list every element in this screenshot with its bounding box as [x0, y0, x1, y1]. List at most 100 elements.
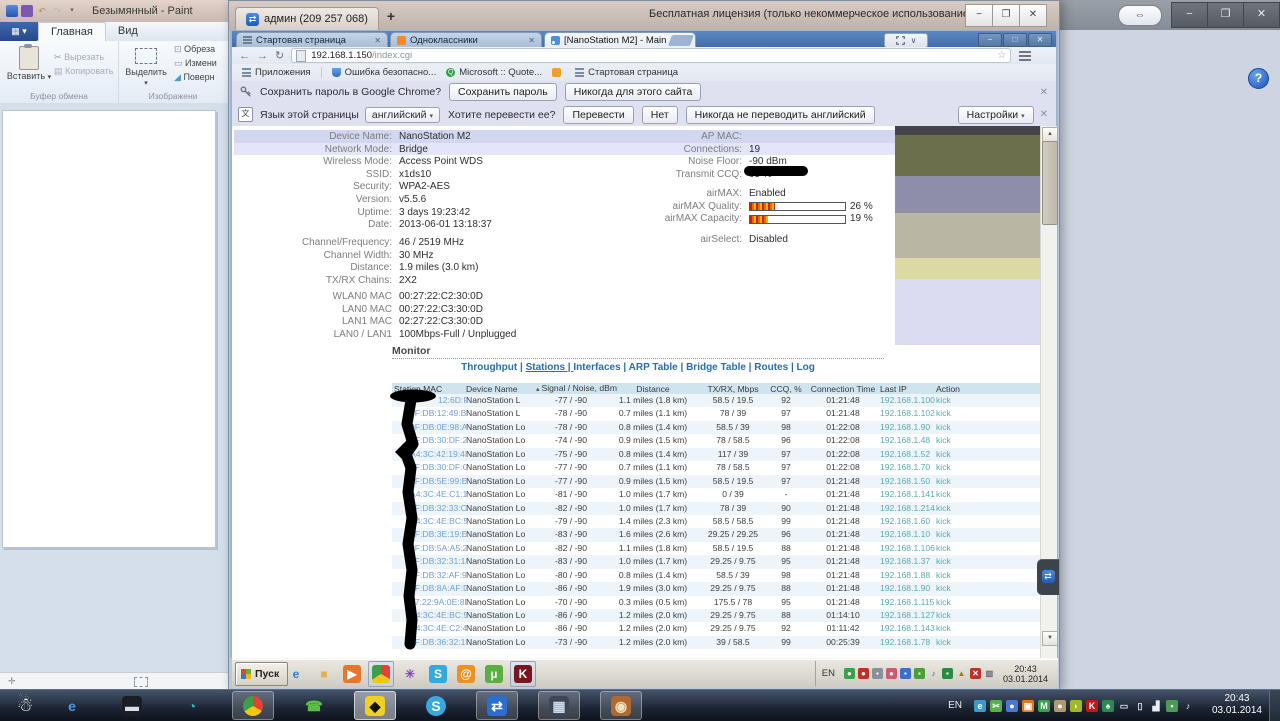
tray-icon[interactable]: M [1038, 699, 1050, 712]
mail-agent-icon[interactable]: @ [454, 662, 478, 686]
last-ip-link[interactable]: 192.168.1.106 [880, 542, 936, 555]
apps-shortcut[interactable]: Приложения [242, 67, 311, 78]
reload-icon[interactable]: ↻ [275, 49, 284, 62]
language-indicator[interactable]: EN [948, 700, 962, 711]
paint-file-menu-button[interactable]: ▦ ▾ [0, 22, 38, 41]
kick-link[interactable]: kick [936, 515, 970, 528]
kick-link[interactable]: kick [936, 407, 970, 420]
tray-icon[interactable]: ▯ [1134, 700, 1146, 712]
chrome-menu-icon[interactable] [1015, 49, 1035, 62]
tray-icon[interactable]: ● [1006, 699, 1018, 712]
station-mac-link[interactable]: 9F:DB:0E:98:A8 [392, 421, 466, 434]
clock[interactable]: 20:43 03.01.2014 [1212, 693, 1262, 717]
station-mac-link[interactable]: A4:3C:4E:BC:53 [392, 609, 466, 622]
close-icon[interactable]: ✕ [1028, 33, 1052, 47]
paint-titlebar[interactable]: ↶ ↷ ▾ Безымянный - Paint [0, 0, 228, 22]
tray-icon[interactable]: ● [1054, 699, 1066, 712]
clock[interactable]: 20:43 03.01.2014 [1003, 664, 1048, 684]
kick-link[interactable]: kick [936, 461, 970, 474]
kick-link[interactable]: kick [936, 569, 970, 582]
last-ip-link[interactable]: 192.168.1.78 [880, 636, 936, 649]
skype-icon[interactable]: S [426, 662, 450, 686]
paint-icon[interactable]: ◉ [600, 691, 642, 720]
kick-link[interactable]: kick [936, 488, 970, 501]
cut-button[interactable]: ✂ Вырезать [54, 52, 114, 63]
kick-link[interactable]: kick [936, 542, 970, 555]
ie-icon[interactable]: e [284, 662, 308, 686]
teamviewer-help-icon[interactable]: ? [1248, 68, 1269, 89]
last-ip-link[interactable]: 192.168.1.214 [880, 502, 936, 515]
station-mac-link[interactable]: 9F:DB:12:49:BA [392, 407, 466, 420]
teamviewer-icon[interactable]: ⇄ [476, 691, 518, 720]
app-icon[interactable]: ✳ [398, 662, 422, 686]
tray-icon[interactable]: ▲ [956, 668, 967, 679]
monitor-nav-link[interactable]: ARP Table [629, 362, 686, 373]
folder-icon[interactable]: ■ [312, 662, 336, 686]
last-ip-link[interactable]: 192.168.1.50 [880, 475, 936, 488]
station-mac-link[interactable]: 9F:DB:8A:AF:DC [392, 582, 466, 595]
bookmark-item[interactable] [552, 68, 565, 77]
monitor-nav-link[interactable]: Routes [754, 362, 796, 373]
last-ip-link[interactable]: 192.168.1.102 [880, 407, 936, 420]
station-mac-link[interactable]: 27:22:9A:0E:8B [392, 596, 466, 609]
teamviewer-session-tab[interactable]: ⇄ админ (209 257 068) [235, 6, 379, 31]
redo-icon[interactable]: ↷ [51, 5, 63, 17]
tray-icon[interactable]: ▪ [941, 668, 953, 679]
language-indicator[interactable]: EN [822, 668, 835, 679]
tray-icon[interactable]: ✕ [969, 668, 981, 679]
scroll-up-icon[interactable]: ▲ [1042, 127, 1058, 142]
last-ip-link[interactable]: 192.168.1.100 [880, 394, 936, 407]
monitor-nav-link[interactable]: Interfaces [573, 362, 628, 373]
monitor-nav-link[interactable]: Bridge Table [686, 362, 754, 373]
tray-icon[interactable]: ● [857, 668, 869, 679]
kick-link[interactable]: kick [936, 528, 970, 541]
tray-icon[interactable]: ▟ [1150, 700, 1162, 712]
station-mac-link[interactable]: 9F:DB:30:DF:C1 [392, 461, 466, 474]
last-ip-link[interactable]: 192.168.1.70 [880, 461, 936, 474]
monitor-nav-link[interactable]: Log [797, 362, 815, 373]
clock-app-icon[interactable]: ◔ [172, 692, 212, 719]
kick-link[interactable]: kick [936, 394, 970, 407]
close-icon[interactable]: ✕ [1243, 2, 1280, 28]
forward-icon[interactable]: → [257, 50, 268, 62]
rotate-button[interactable]: ◢ Поверн [174, 72, 217, 83]
ie-icon[interactable]: e [52, 692, 92, 719]
paint-canvas[interactable] [2, 110, 216, 548]
address-bar[interactable]: 192.168.1.150/index.cgi ☆ [291, 48, 1012, 63]
last-ip-link[interactable]: 192.168.1.48 [880, 434, 936, 447]
bookmark-star-icon[interactable]: ☆ [997, 50, 1006, 61]
sort-icon[interactable]: ▴ [536, 386, 540, 393]
minimize-icon[interactable]: − [965, 4, 993, 27]
tray-icon[interactable]: ♪ [1182, 700, 1194, 712]
host-resize-button[interactable]: ⇔ [1118, 5, 1162, 26]
tray-icon[interactable]: ✂ [990, 699, 1002, 712]
show-desktop-button[interactable] [1269, 690, 1280, 721]
station-mac-link[interactable]: 9F:DB:5A:A5:2B [392, 542, 466, 555]
no-button[interactable]: Нет [641, 105, 678, 124]
chrome-icon[interactable] [232, 691, 274, 720]
folder-icon[interactable]: ▬ [112, 692, 152, 719]
kick-link[interactable]: kick [936, 434, 970, 447]
teamviewer-panel-grip[interactable]: ⇄ [1037, 559, 1059, 595]
kick-link[interactable]: kick [936, 421, 970, 434]
tray-icon[interactable]: ♪ [928, 668, 939, 679]
last-ip-link[interactable]: 192.168.1.90 [880, 582, 936, 595]
minimize-icon[interactable]: − [1171, 2, 1208, 28]
chrome-icon[interactable] [368, 660, 394, 687]
station-mac-link[interactable]: A4:3C:4E:C1:12 [392, 488, 466, 501]
tray-icon[interactable]: e [974, 699, 986, 712]
station-mac-link[interactable]: 9F:DB:36:32:19 [392, 636, 466, 649]
kick-link[interactable]: kick [936, 502, 970, 515]
station-mac-link[interactable]: A4:3C:4E:C2:4A [392, 622, 466, 635]
restore-icon[interactable]: ❐ [1207, 2, 1244, 28]
translate-button[interactable]: Перевести [563, 105, 634, 124]
kick-link[interactable]: kick [936, 448, 970, 461]
tray-icon[interactable]: ▪ [913, 668, 925, 679]
tray-icon[interactable]: ▪ [899, 668, 911, 679]
tab-home[interactable]: Главная [38, 22, 106, 41]
last-ip-link[interactable]: 192.168.1.52 [880, 448, 936, 461]
batman-icon[interactable]: ◆ [354, 691, 396, 720]
utorrent-icon[interactable]: µ [482, 662, 506, 686]
save-password-button[interactable]: Сохранить пароль [449, 83, 557, 101]
teamviewer-session-toolbar[interactable]: ∨ [884, 33, 928, 48]
